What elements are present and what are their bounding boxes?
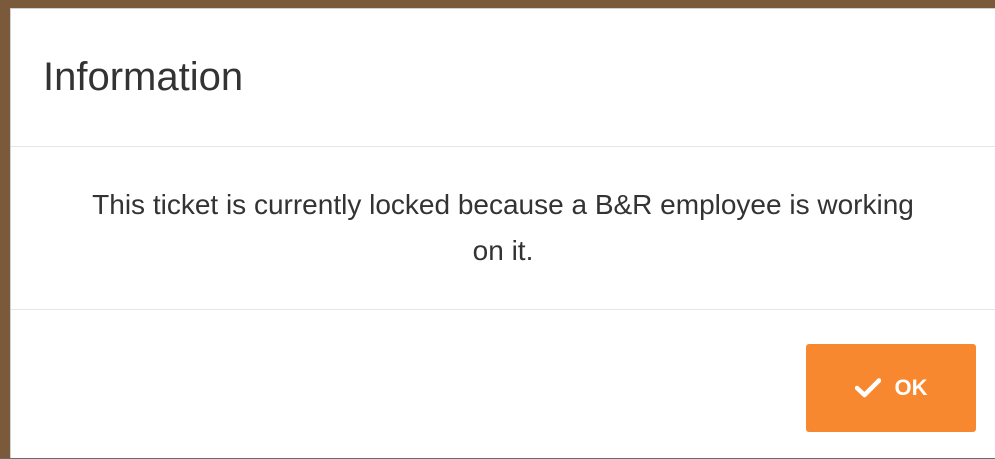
- check-icon: [854, 378, 881, 398]
- dialog-title: Information: [43, 55, 244, 99]
- dialog-header: Information: [11, 9, 995, 147]
- information-dialog: Information This ticket is currently loc…: [10, 8, 995, 458]
- ok-button[interactable]: OK: [806, 344, 976, 432]
- dialog-footer: OK: [11, 310, 995, 459]
- dialog-message: This ticket is currently locked because …: [92, 189, 914, 266]
- dialog-body: This ticket is currently locked because …: [11, 147, 995, 310]
- ok-button-label: OK: [894, 375, 928, 400]
